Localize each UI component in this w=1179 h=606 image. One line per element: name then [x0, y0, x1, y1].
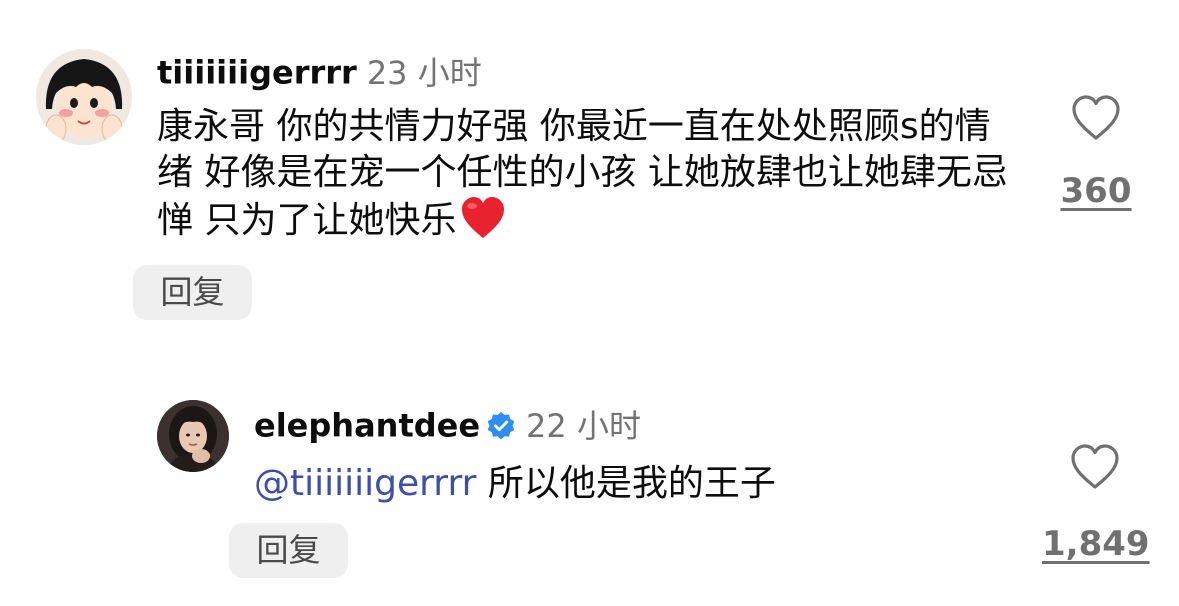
like-count[interactable]: 1,849 [1042, 524, 1150, 564]
mention-link[interactable]: @tiiiiiiigerrrr [254, 463, 476, 504]
verified-badge-icon [487, 411, 515, 439]
reply-button[interactable]: 回复 [229, 523, 348, 578]
comment-item: tiiiiiiigerrrr 23 小时 康永哥 你的共情力好强 你最近一直在处处… [0, 0, 1179, 330]
reply-button[interactable]: 回复 [133, 265, 252, 320]
like-count[interactable]: 360 [1048, 171, 1144, 211]
like-section: 360 [1048, 95, 1144, 211]
profile-photo-avatar-icon [157, 400, 229, 472]
avatar[interactable] [157, 400, 229, 472]
comment-header: elephantdee 22 小时 [254, 405, 641, 445]
timestamp: 23 小时 [366, 53, 482, 92]
comment-text-content: 康永哥 你的共情力好强 你最近一直在处处照顾s的情绪 好像是在宠一个任性的小孩 … [157, 106, 1008, 241]
comment-header: tiiiiiiigerrrr 23 小时 [157, 52, 482, 92]
comment-item: elephantdee 22 小时 @tiiiiiiigerrrr 所以他是我的… [0, 380, 1179, 606]
comment-text-content: 所以他是我的王子 [487, 463, 776, 504]
comment-text: 康永哥 你的共情力好强 你最近一直在处处照顾s的情绪 好像是在宠一个任性的小孩 … [157, 104, 1017, 244]
username[interactable]: tiiiiiiigerrrr [157, 54, 357, 92]
like-heart-icon[interactable] [1071, 95, 1121, 141]
red-heart-icon [462, 197, 505, 238]
avatar[interactable] [36, 49, 132, 145]
timestamp: 22 小时 [526, 406, 641, 445]
username[interactable]: elephantdee [254, 407, 480, 445]
comment-text: @tiiiiiiigerrrr 所以他是我的王子 [254, 461, 1014, 507]
like-heart-icon[interactable] [1070, 444, 1120, 490]
like-section: 1,849 [1042, 444, 1150, 564]
cartoon-girl-avatar-icon [36, 49, 132, 145]
